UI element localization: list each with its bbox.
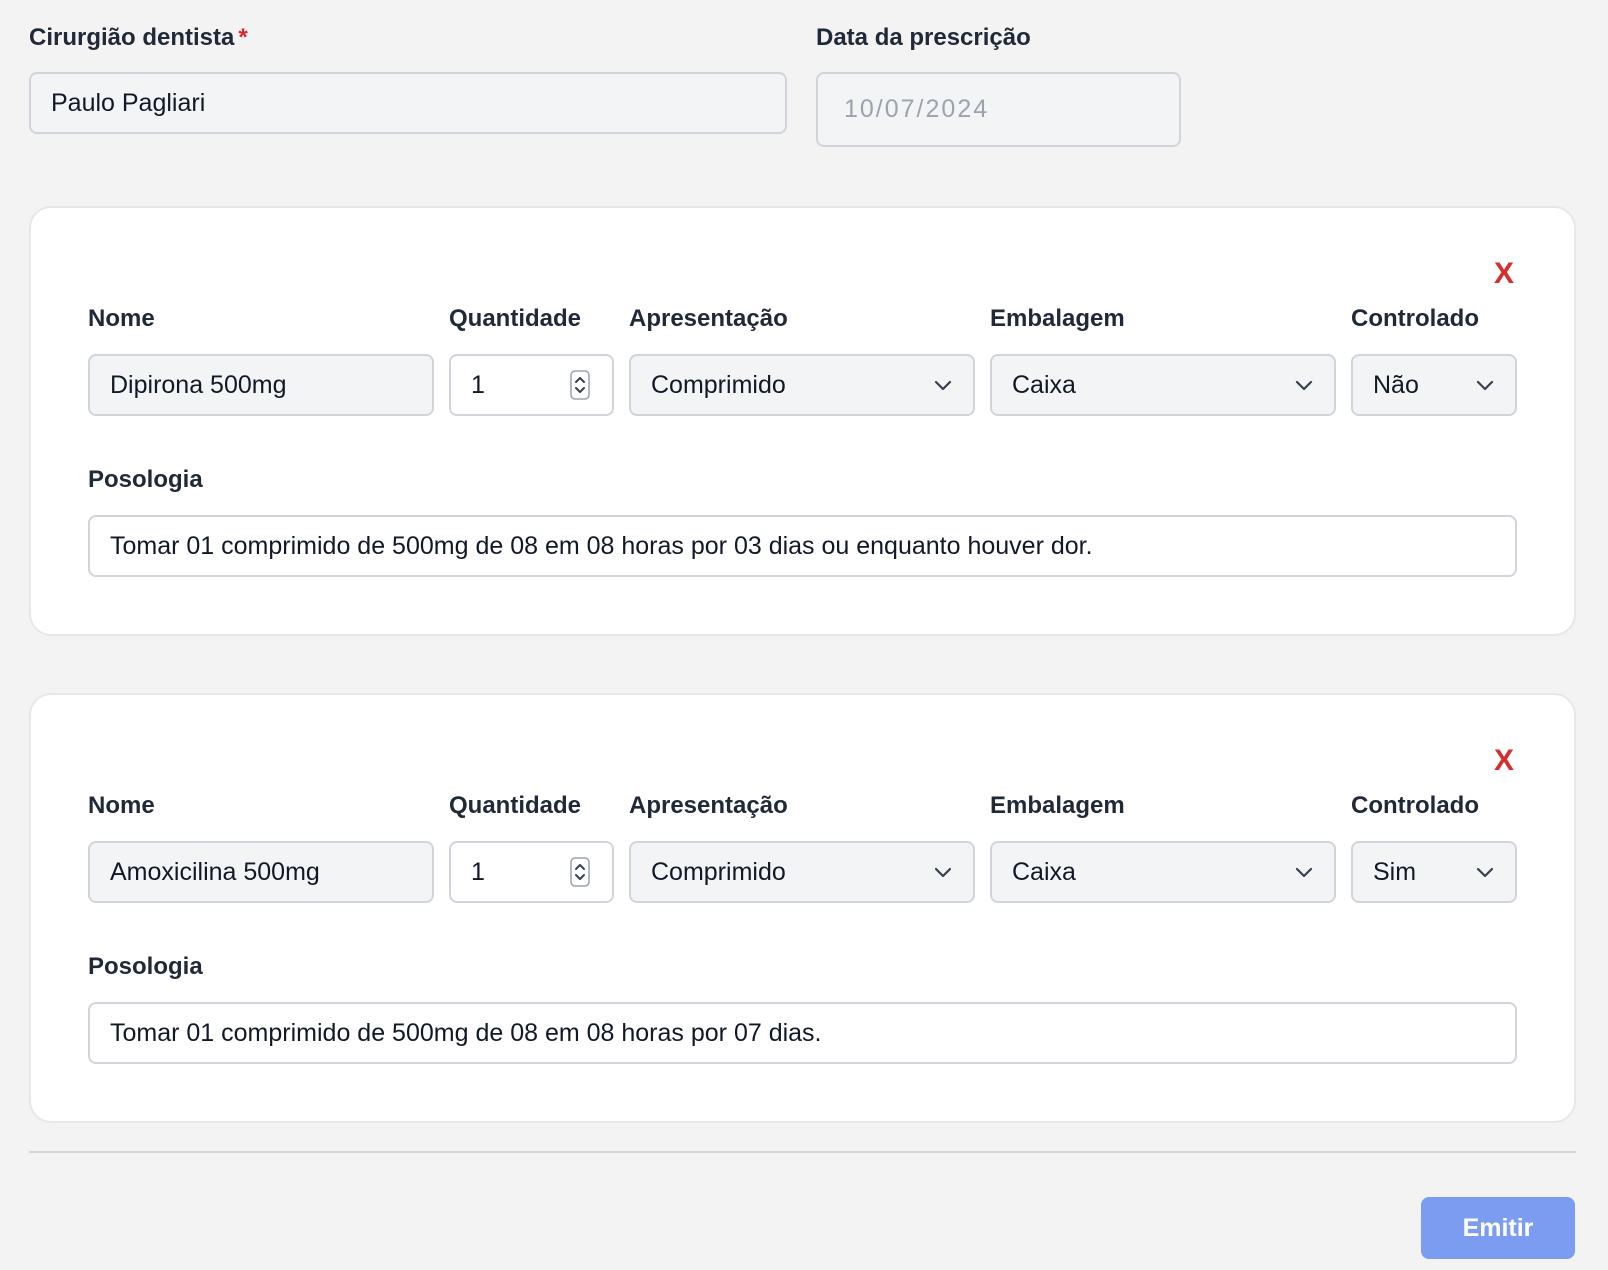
dentist-label-text: Cirurgião dentista	[29, 24, 235, 51]
controlado-select[interactable]: Sim	[1351, 841, 1517, 903]
quantidade-input[interactable]: 1	[449, 841, 614, 903]
dentist-input-value: Paulo Pagliari	[51, 88, 206, 117]
quantidade-label: Quantidade	[449, 305, 582, 332]
apresentacao-select[interactable]: Comprimido	[629, 354, 975, 416]
dentist-label: Cirurgião dentista *	[29, 24, 248, 52]
embalagem-label: Embalagem	[990, 792, 1125, 819]
chevron-down-icon	[1295, 380, 1313, 391]
prescription-card: X Nome Dipirona 500mg Quantidade 1 Apres…	[29, 206, 1576, 636]
chevron-down-icon	[1295, 867, 1313, 878]
posologia-value: Tomar 01 comprimido de 500mg de 08 em 08…	[110, 531, 1093, 560]
date-input-value: 10/07/2024	[844, 95, 990, 123]
nome-label: Nome	[88, 792, 155, 819]
posologia-value: Tomar 01 comprimido de 500mg de 08 em 08…	[110, 1018, 822, 1047]
apresentacao-label: Apresentação	[629, 792, 788, 819]
apresentacao-label: Apresentação	[629, 305, 788, 332]
remove-prescription-button[interactable]: X	[1492, 746, 1516, 776]
chevron-down-icon	[934, 867, 952, 878]
embalagem-label: Embalagem	[990, 305, 1125, 332]
remove-prescription-button[interactable]: X	[1492, 259, 1516, 289]
posologia-input[interactable]: Tomar 01 comprimido de 500mg de 08 em 08…	[88, 1002, 1517, 1064]
stepper-icon[interactable]	[570, 370, 590, 400]
date-input: 10/07/2024	[816, 72, 1181, 147]
apresentacao-value: Comprimido	[651, 857, 786, 886]
quantidade-value: 1	[471, 370, 485, 399]
controlado-value: Sim	[1373, 857, 1417, 886]
controlado-value: Não	[1373, 370, 1419, 399]
nome-value: Dipirona 500mg	[110, 370, 287, 399]
controlado-label: Controlado	[1351, 792, 1479, 819]
nome-value: Amoxicilina 500mg	[110, 857, 320, 886]
nome-label: Nome	[88, 305, 155, 332]
embalagem-value: Caixa	[1012, 857, 1076, 886]
emit-button[interactable]: Emitir	[1421, 1197, 1575, 1259]
apresentacao-select[interactable]: Comprimido	[629, 841, 975, 903]
chevron-down-icon	[1476, 380, 1494, 391]
controlado-label: Controlado	[1351, 305, 1479, 332]
required-mark: *	[238, 24, 248, 51]
embalagem-select[interactable]: Caixa	[990, 841, 1336, 903]
embalagem-select[interactable]: Caixa	[990, 354, 1336, 416]
divider	[29, 1151, 1576, 1153]
apresentacao-value: Comprimido	[651, 370, 786, 399]
quantidade-label: Quantidade	[449, 792, 582, 819]
nome-input[interactable]: Dipirona 500mg	[88, 354, 434, 416]
posologia-input[interactable]: Tomar 01 comprimido de 500mg de 08 em 08…	[88, 515, 1517, 577]
posologia-label: Posologia	[88, 466, 203, 493]
posologia-label: Posologia	[88, 953, 203, 980]
nome-input[interactable]: Amoxicilina 500mg	[88, 841, 434, 903]
chevron-down-icon	[1476, 867, 1494, 878]
controlado-select[interactable]: Não	[1351, 354, 1517, 416]
quantidade-value: 1	[471, 857, 485, 886]
chevron-down-icon	[934, 380, 952, 391]
embalagem-value: Caixa	[1012, 370, 1076, 399]
dentist-input[interactable]: Paulo Pagliari	[29, 72, 787, 134]
quantidade-input[interactable]: 1	[449, 354, 614, 416]
prescription-card: X Nome Amoxicilina 500mg Quantidade 1 Ap…	[29, 693, 1576, 1123]
stepper-icon[interactable]	[570, 857, 590, 887]
date-label: Data da prescrição	[816, 24, 1031, 51]
